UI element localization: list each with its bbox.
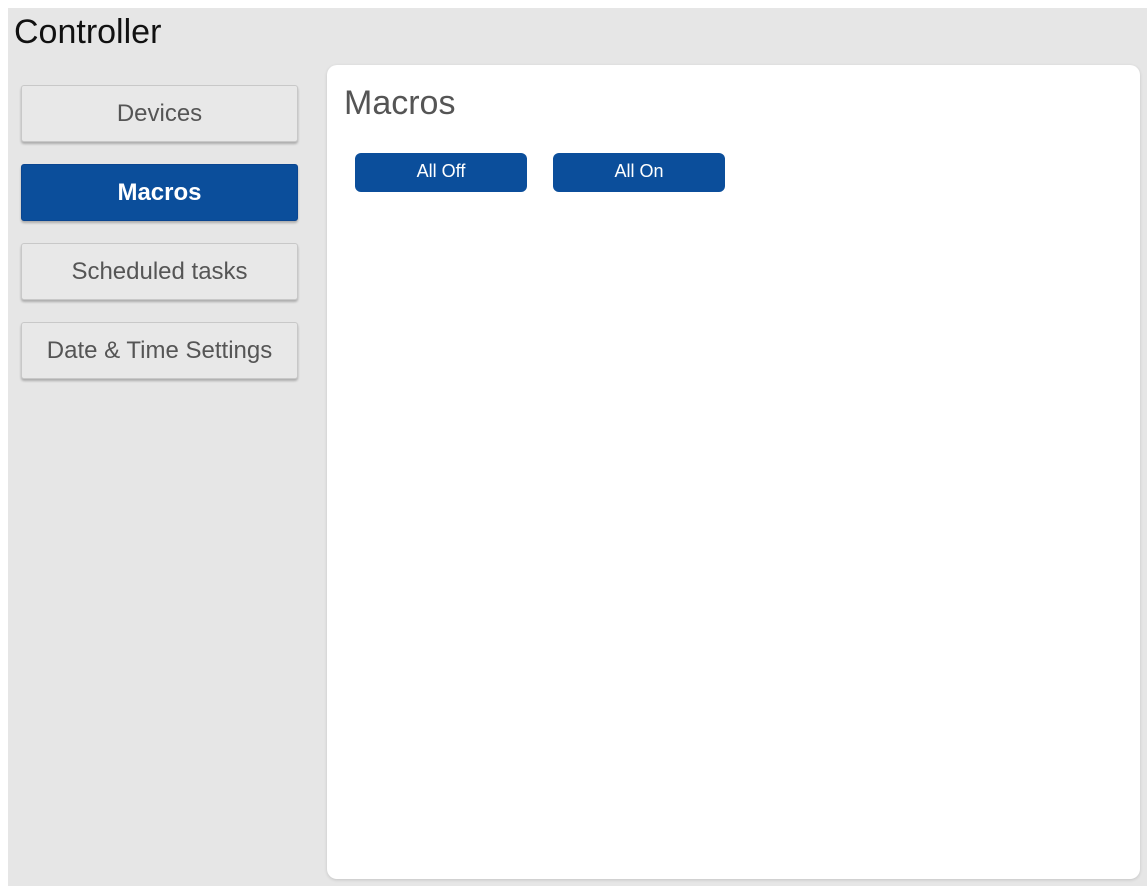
app-frame: Controller Devices Macros Scheduled task… (8, 8, 1147, 886)
macro-button-row: All Off All On (355, 153, 725, 192)
sidebar-nav: Devices Macros Scheduled tasks Date & Ti… (21, 85, 298, 401)
macros-panel: Macros All Off All On (327, 65, 1140, 879)
app-title: Controller (14, 13, 162, 51)
page-title: Macros (344, 84, 456, 122)
sidebar-item-devices[interactable]: Devices (21, 85, 298, 142)
all-off-button[interactable]: All Off (355, 153, 527, 192)
sidebar-item-macros[interactable]: Macros (21, 164, 298, 221)
sidebar-item-scheduled-tasks[interactable]: Scheduled tasks (21, 243, 298, 300)
all-on-button[interactable]: All On (553, 153, 725, 192)
sidebar-item-date-time-settings[interactable]: Date & Time Settings (21, 322, 298, 379)
